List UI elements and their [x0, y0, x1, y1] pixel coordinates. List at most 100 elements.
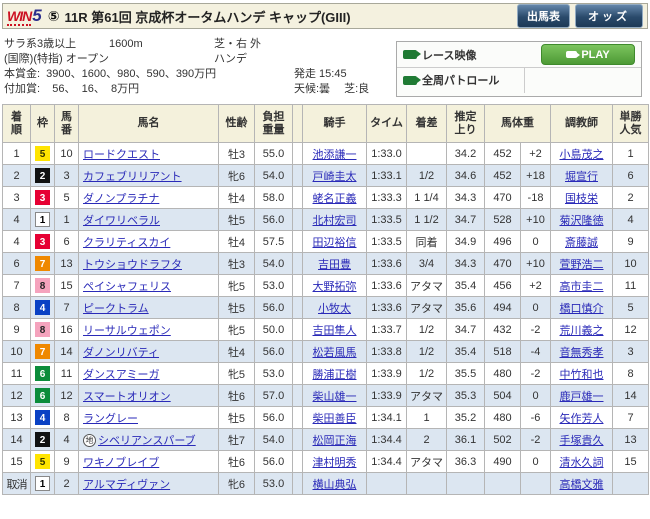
horse-name-link[interactable]: シベリアンスパーブ [98, 435, 196, 447]
trainer-link[interactable]: 中竹和也 [560, 369, 604, 381]
jockey-link[interactable]: 勝浦正樹 [313, 369, 357, 381]
jockey-link[interactable]: 横山典弘 [313, 479, 357, 491]
finish-position-cell: 7 [2, 274, 31, 297]
horse-name-link[interactable]: ピークトラム [83, 303, 149, 315]
margin-cell [406, 142, 447, 165]
trainer-link[interactable]: 手塚貴久 [560, 435, 604, 447]
last3f-cell: 35.2 [446, 406, 485, 429]
sex-age-cell: 牝5 [218, 362, 255, 385]
trainer-cell: 手塚貴久 [550, 428, 613, 451]
panel-divider [524, 67, 525, 93]
trainer-link[interactable]: 鹿戸雄一 [560, 391, 604, 403]
horse-weight-cell: 494 [484, 296, 521, 319]
horse-name-link[interactable]: カフェブリリアント [83, 171, 182, 183]
trainer-link[interactable]: 小島茂之 [560, 149, 604, 161]
horse-number-cell: 1 [54, 208, 79, 231]
weight-carried-cell: 56.0 [254, 450, 293, 473]
win5-logo-win: WIN [7, 8, 32, 26]
trainer-link[interactable]: 高市圭二 [560, 281, 604, 293]
horse-name-link[interactable]: ラングレー [83, 413, 138, 425]
horse-name-link[interactable]: ダノンリバティ [83, 347, 159, 359]
margin-cell: アタマ [406, 296, 447, 319]
bracket-color-box: 1 [35, 476, 50, 491]
play-button[interactable]: PLAY [541, 44, 635, 65]
result-row: 取消 1 2 アルマディヴァン 牝6 53.0 横山典弘 高橋文雅 [2, 472, 649, 495]
jockey-link[interactable]: 蛯名正義 [313, 193, 357, 205]
weight-diff-cell: -2 [520, 428, 551, 451]
jockey-link[interactable]: 吉田隼人 [313, 325, 357, 337]
bracket-color-box: 8 [35, 322, 50, 337]
added-prize: 付加賞: 56、 16、 8万円 [4, 83, 140, 95]
odds-button[interactable]: オッズ [575, 4, 643, 28]
weight-carried-cell: 58.0 [254, 186, 293, 209]
race-course: 芝・右 外 [214, 38, 262, 50]
horse-name-link[interactable]: ダンスアミーガ [83, 369, 160, 381]
horse-mark-badge: 地 [83, 433, 96, 447]
result-row: 9 8 16 リーサルウェポン 牝5 50.0 吉田隼人 1:33.7 1/2 … [2, 318, 649, 341]
horse-name-link[interactable]: ワキノブレイブ [83, 457, 159, 469]
header-blinker [292, 104, 303, 143]
horse-name-link[interactable]: ダノンプラチナ [83, 193, 159, 205]
popularity-cell: 1 [612, 142, 649, 165]
jockey-link[interactable]: 戸崎圭太 [313, 171, 357, 183]
horse-name-cell: クラリティスカイ [78, 230, 219, 253]
finish-position-cell: 8 [2, 296, 31, 319]
horse-name-link[interactable]: トウショウドラフタ [83, 259, 182, 271]
jockey-link[interactable]: 津村明秀 [313, 457, 357, 469]
sex-age-cell: 牡7 [218, 428, 255, 451]
trainer-link[interactable]: 高橋文雅 [560, 479, 604, 491]
jockey-link[interactable]: 柴山雄一 [313, 391, 357, 403]
trainer-link[interactable]: 音無秀孝 [560, 347, 604, 359]
header-jockey: 騎手 [302, 104, 367, 143]
jockey-link[interactable]: 小牧太 [318, 303, 351, 315]
bracket-color-box: 1 [35, 212, 50, 227]
jockey-link[interactable]: 柴田善臣 [313, 413, 357, 425]
trainer-link[interactable]: 菊沢隆徳 [560, 215, 604, 227]
trainer-link[interactable]: 荒川義之 [560, 325, 604, 337]
trainer-link[interactable]: 矢作芳人 [560, 413, 604, 425]
trainer-link[interactable]: 斎藤誠 [565, 237, 598, 249]
blinker-cell [292, 164, 303, 187]
margin-cell: 同着 [406, 230, 447, 253]
horse-number-cell: 13 [54, 252, 79, 275]
horse-name-link[interactable]: スマートオリオン [83, 391, 171, 403]
trainer-link[interactable]: 清水久詞 [560, 457, 604, 469]
horse-name-link[interactable]: アルマディヴァン [83, 479, 170, 491]
popularity-cell: 6 [612, 164, 649, 187]
horse-name-link[interactable]: リーサルウェポン [83, 325, 171, 337]
header-horse-weight: 馬体重 [484, 104, 551, 143]
sex-age-cell: 牡5 [218, 208, 255, 231]
weight-carried-cell: 56.0 [254, 208, 293, 231]
horse-name-link[interactable]: ダイワリベラル [83, 215, 160, 227]
jockey-link[interactable]: 松岡正海 [313, 435, 357, 447]
jockey-link[interactable]: 吉田豊 [318, 259, 351, 271]
popularity-cell: 7 [612, 406, 649, 429]
jockey-link[interactable]: 松若風馬 [313, 347, 357, 359]
jockey-cell: 松若風馬 [302, 340, 367, 363]
horse-name-link[interactable]: クラリティスカイ [83, 237, 170, 249]
trainer-link[interactable]: 国枝栄 [565, 193, 598, 205]
horse-name-link[interactable]: ペイシャフェリス [83, 281, 171, 293]
last3f-cell: 34.2 [446, 142, 485, 165]
last3f-cell [446, 472, 485, 495]
trainer-link[interactable]: 橋口慎介 [560, 303, 604, 315]
sex-age-cell: 牝6 [218, 164, 255, 187]
blinker-cell [292, 472, 303, 495]
jockey-link[interactable]: 大野拓弥 [313, 281, 357, 293]
last3f-cell: 36.3 [446, 450, 485, 473]
trainer-link[interactable]: 萱野浩二 [560, 259, 604, 271]
bracket-cell: 5 [30, 450, 55, 473]
popularity-cell: 4 [612, 208, 649, 231]
sex-age-cell: 牝6 [218, 472, 255, 495]
trainer-link[interactable]: 堀宣行 [565, 171, 598, 183]
blinker-cell [292, 230, 303, 253]
shutsuba-button[interactable]: 出馬表 [517, 4, 570, 28]
jockey-link[interactable]: 北村宏司 [313, 215, 357, 227]
jockey-link[interactable]: 池添謙一 [313, 149, 357, 161]
bracket-color-box: 5 [35, 146, 50, 161]
blinker-cell [292, 252, 303, 275]
time-cell: 1:33.3 [366, 186, 407, 209]
jockey-link[interactable]: 田辺裕信 [313, 237, 357, 249]
result-row: 2 2 3 カフェブリリアント 牝6 54.0 戸崎圭太 1:33.1 1/2 … [2, 164, 649, 187]
horse-name-link[interactable]: ロードクエスト [83, 149, 160, 161]
